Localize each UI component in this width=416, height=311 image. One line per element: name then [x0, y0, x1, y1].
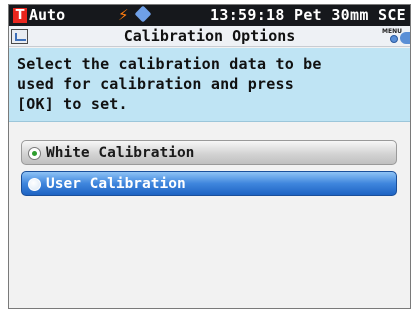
user-calibration-option[interactable]: User Calibration	[21, 171, 397, 196]
option-label: White Calibration	[46, 145, 195, 161]
radio-selected-icon[interactable]	[28, 147, 41, 160]
instruction-panel: Select the calibration data to be used f…	[9, 48, 410, 122]
menu-tab-icon	[400, 32, 410, 44]
white-calibration-option[interactable]: White Calibration	[21, 140, 397, 165]
menu-icon-label: MENU	[382, 28, 402, 35]
radio-unselected-icon[interactable]	[28, 178, 41, 191]
instruction-line: Select the calibration data to be	[17, 55, 322, 73]
status-bar: T Auto ⚡ 13:59:18 Pet 30mm SCE	[9, 5, 410, 26]
title-bar: Calibration Options MENU	[9, 26, 410, 47]
mode-label: Auto	[29, 6, 66, 24]
instruction-line: [OK] to set.	[17, 95, 128, 113]
menu-icon[interactable]: MENU	[380, 28, 410, 45]
pencil-icon	[134, 5, 152, 23]
status-readout: 13:59:18 Pet 30mm SCE	[210, 6, 406, 24]
mode-t-icon: T	[13, 8, 27, 23]
lightning-bolt-icon: ⚡	[118, 6, 129, 24]
instruction-line: used for calibration and press	[17, 75, 294, 93]
option-label: User Calibration	[46, 176, 186, 192]
page-title: Calibration Options	[123, 27, 296, 45]
menu-circle-icon	[390, 35, 398, 43]
device-screen: T Auto ⚡ 13:59:18 Pet 30mm SCE Calibrati…	[8, 4, 411, 309]
